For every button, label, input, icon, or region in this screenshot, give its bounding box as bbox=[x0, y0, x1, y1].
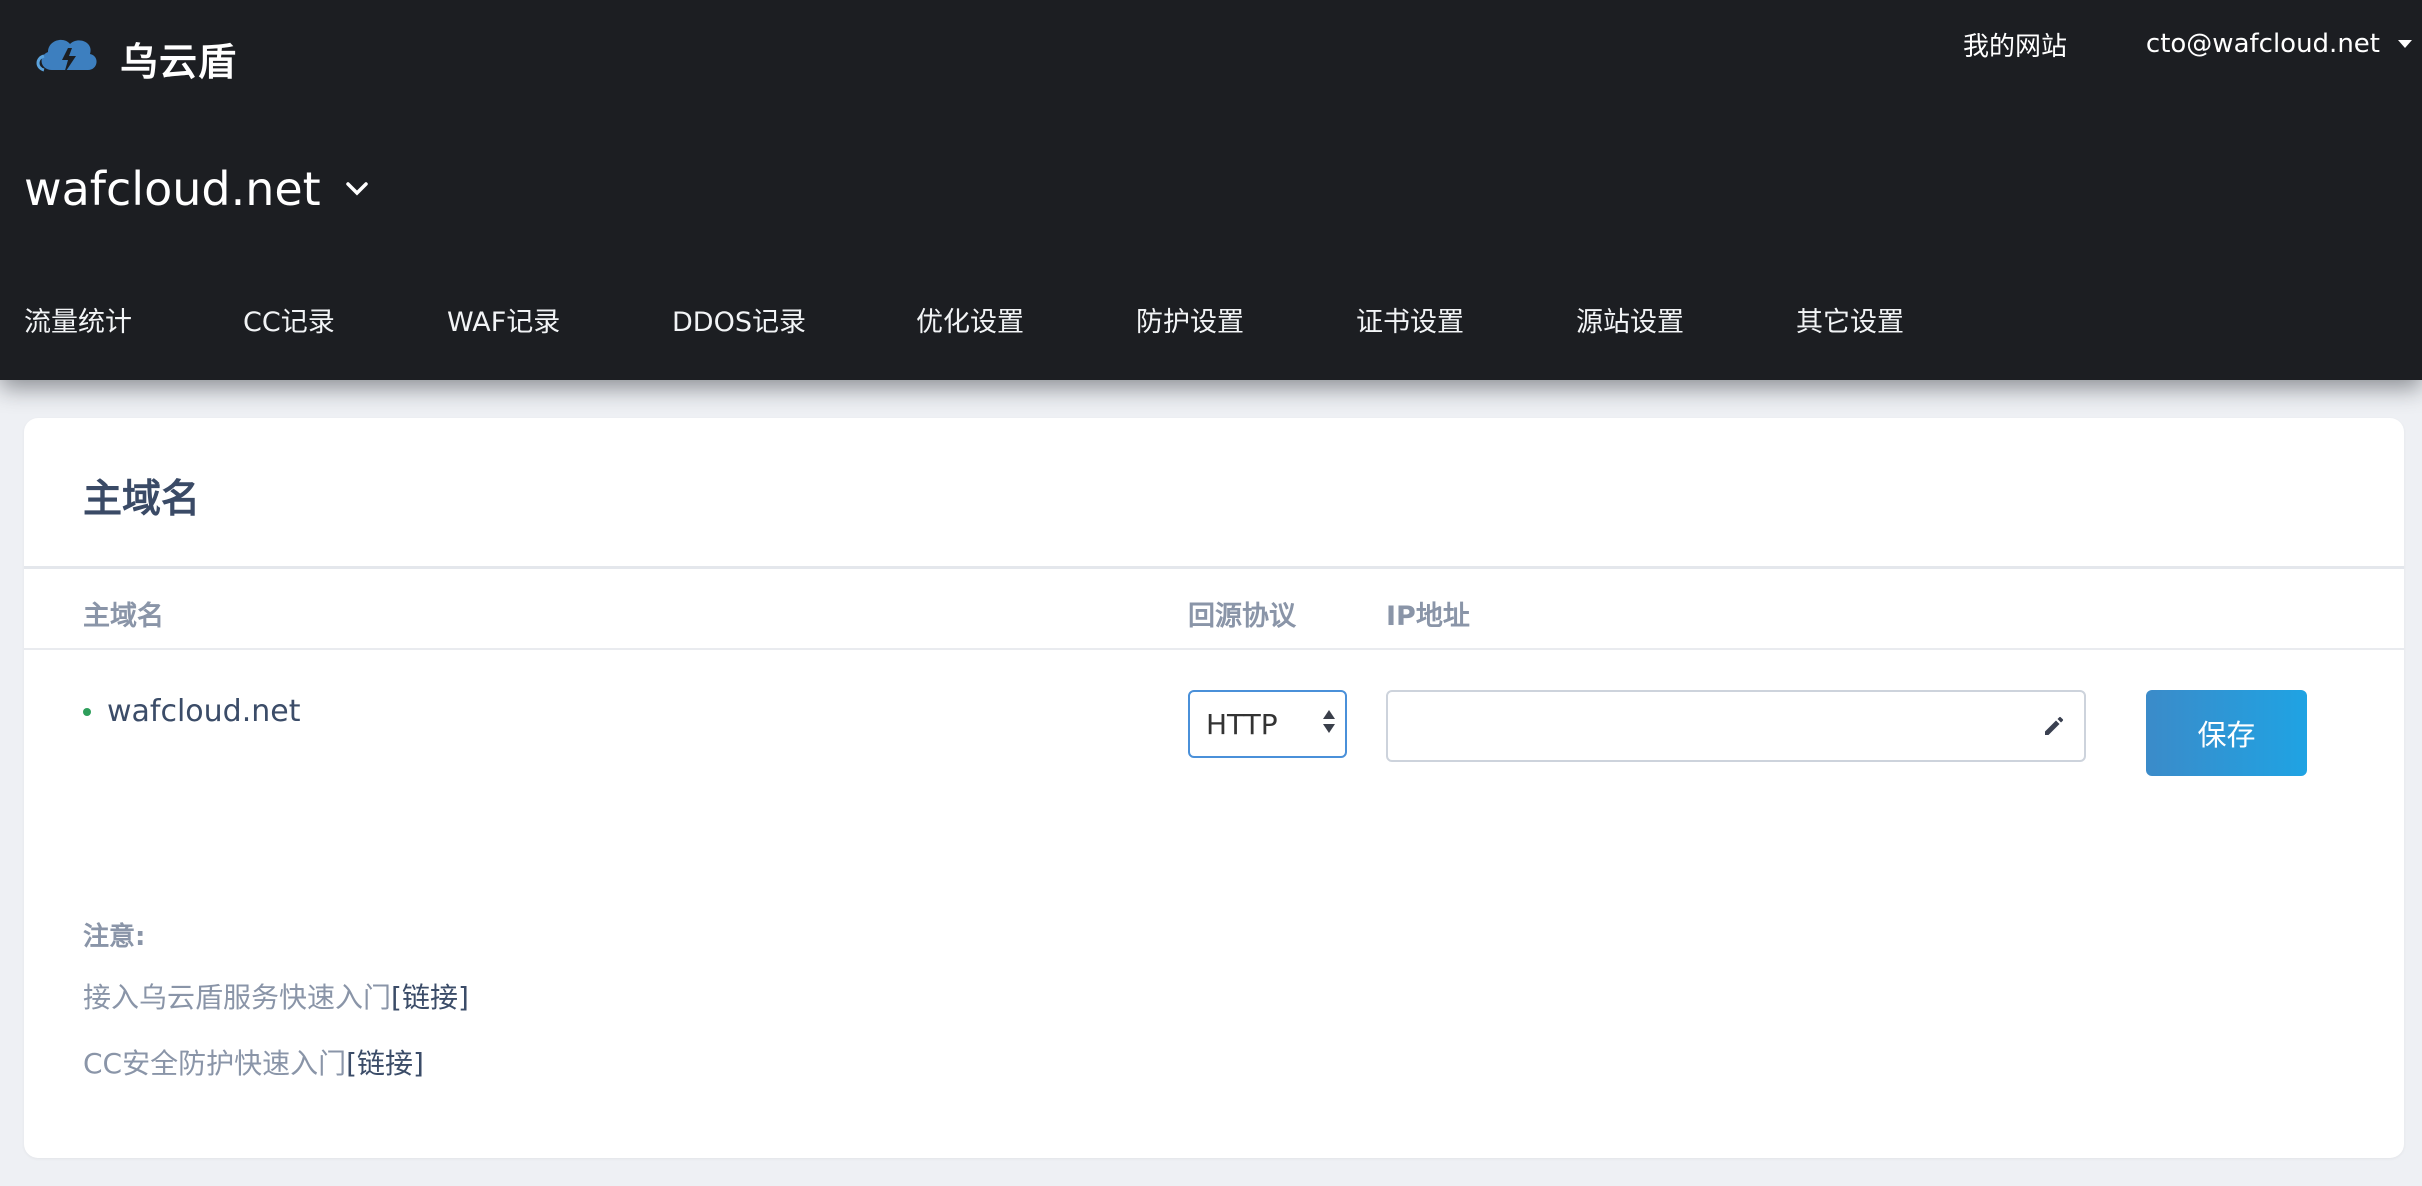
site-name: wafcloud.net bbox=[24, 162, 321, 216]
account-menu[interactable]: cto@wafcloud.net bbox=[2146, 29, 2412, 59]
pencil-icon[interactable] bbox=[2042, 714, 2066, 738]
tab-cc-records[interactable]: CC记录 bbox=[243, 300, 335, 339]
tab-ddos-records[interactable]: DDOS记录 bbox=[672, 300, 806, 339]
tab-certificate-settings[interactable]: 证书设置 bbox=[1356, 300, 1464, 339]
note-link[interactable]: [链接] bbox=[391, 981, 469, 1014]
column-header-protocol: 回源协议 bbox=[1188, 601, 1296, 632]
ip-address-input[interactable] bbox=[1386, 690, 2086, 762]
save-button[interactable]: 保存 bbox=[2146, 690, 2307, 776]
cloud-shield-icon bbox=[34, 30, 102, 86]
site-switcher[interactable]: wafcloud.net bbox=[24, 162, 371, 216]
note-text: CC安全防护快速入门 bbox=[83, 1047, 347, 1080]
logo[interactable]: 乌云盾 bbox=[34, 30, 237, 86]
top-bar: 乌云盾 我的网站 cto@wafcloud.net wafcloud.net 流… bbox=[0, 0, 2422, 380]
divider bbox=[24, 648, 2404, 650]
select-arrows-icon bbox=[1323, 710, 1335, 733]
brand-name: 乌云盾 bbox=[120, 39, 238, 84]
tab-other-settings[interactable]: 其它设置 bbox=[1796, 300, 1904, 339]
card-title: 主域名 bbox=[83, 477, 201, 522]
tab-waf-records[interactable]: WAF记录 bbox=[447, 300, 560, 339]
note-text: 接入乌云盾服务快速入门 bbox=[83, 981, 392, 1014]
caret-down-icon bbox=[2398, 40, 2412, 48]
protocol-value: HTTP bbox=[1206, 707, 1278, 741]
tab-origin-settings[interactable]: 源站设置 bbox=[1576, 300, 1684, 339]
protocol-select[interactable]: HTTP bbox=[1188, 690, 1347, 758]
note-line: 接入乌云盾服务快速入门[链接] bbox=[83, 976, 469, 1016]
notes-title: 注意: bbox=[83, 922, 146, 952]
status-dot bbox=[83, 707, 91, 716]
column-header-ip: IP地址 bbox=[1386, 601, 1470, 632]
tab-traffic-stats[interactable]: 流量统计 bbox=[24, 300, 132, 339]
chevron-down-icon bbox=[345, 182, 368, 196]
note-line: CC安全防护快速入门[链接] bbox=[83, 1042, 424, 1082]
column-header-domain: 主域名 bbox=[83, 601, 164, 632]
note-link[interactable]: [链接] bbox=[346, 1047, 424, 1080]
my-sites-link[interactable]: 我的网站 bbox=[1963, 26, 2067, 63]
domain-name: wafcloud.net bbox=[107, 694, 301, 729]
main-domain-card: 主域名 主域名 回源协议 IP地址 wafcloud.net HTTP 保存 注… bbox=[24, 418, 2404, 1158]
divider bbox=[24, 566, 2404, 569]
table-row-domain: wafcloud.net bbox=[83, 694, 301, 729]
account-email: cto@wafcloud.net bbox=[2145, 29, 2380, 59]
tab-protection-settings[interactable]: 防护设置 bbox=[1136, 300, 1244, 339]
tab-optimization-settings[interactable]: 优化设置 bbox=[916, 300, 1024, 339]
